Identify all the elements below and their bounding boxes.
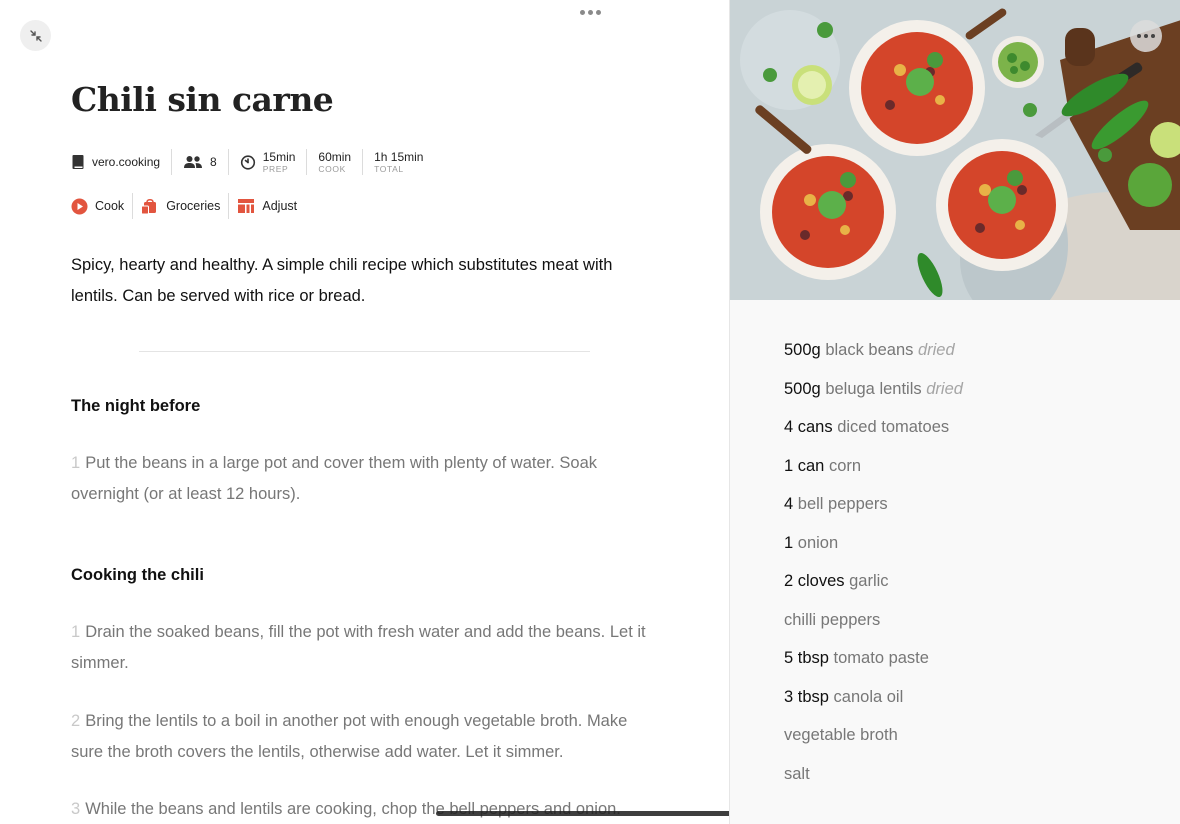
grocery-bag-icon <box>141 198 157 215</box>
people-icon <box>184 156 203 168</box>
ingredient-item[interactable]: 500g beluga lentils dried <box>784 370 963 409</box>
recipe-source[interactable]: vero.cooking <box>71 149 171 175</box>
adjust-button[interactable]: Adjust <box>229 193 305 219</box>
divider <box>139 351 590 352</box>
ingredient-item[interactable]: 5 tbsp tomato paste <box>784 639 963 678</box>
step: 3 While the beans and lentils are cooking… <box>71 794 661 824</box>
source-label: vero.cooking <box>92 155 161 169</box>
ingredient-name: vegetable broth <box>784 726 898 744</box>
ingredient-name: canola oil <box>833 687 904 706</box>
ingredient-item[interactable]: 1 onion <box>784 524 963 563</box>
groceries-label: Groceries <box>166 199 221 213</box>
prep-time-value: 15min <box>262 149 296 164</box>
servings[interactable]: 8 <box>172 149 228 175</box>
ingredient-item[interactable]: 1 can corn <box>784 447 963 486</box>
step: 1 Drain the soaked beans, fill the pot wi… <box>71 617 661 679</box>
ingredient-quantity: 500g <box>784 379 821 398</box>
ingredient-name: bell peppers <box>797 495 888 513</box>
ingredients-pane: 500g black beans dried 500g beluga lenti… <box>729 0 1180 824</box>
ingredient-quantity: 500g <box>784 341 821 359</box>
recipe-description: Spicy, hearty and healthy. A simple chil… <box>71 256 613 305</box>
ingredient-item[interactable]: 3 tbsp canola oil <box>784 678 963 717</box>
ingredient-note: dried <box>926 379 963 398</box>
scale-icon <box>238 199 255 213</box>
section-title: The night before <box>71 397 201 415</box>
ingredient-name: salt <box>784 764 810 783</box>
ingredient-item[interactable]: vegetable broth <box>784 716 963 755</box>
ingredient-item[interactable]: salt <box>784 755 963 794</box>
timer-icon <box>240 155 255 170</box>
ingredient-note: dried <box>917 341 955 359</box>
ingredient-name: corn <box>828 456 862 475</box>
cook-label: Cook <box>95 199 125 213</box>
recipe-actions: Cook Groceries Adjust <box>71 193 305 219</box>
step: 2 Bring the lentils to a boil in another … <box>71 706 661 768</box>
ingredient-quantity: 4 cans <box>784 418 833 436</box>
groceries-button[interactable]: Groceries <box>133 193 228 219</box>
cook-time-value: 60min <box>318 149 352 164</box>
more-options-button[interactable] <box>572 2 608 22</box>
servings-count: 8 <box>210 155 217 169</box>
prep-time-label: PREP <box>262 163 289 174</box>
ingredient-item[interactable]: chilli peppers <box>784 601 963 640</box>
ingredient-name: onion <box>797 533 839 552</box>
total-time-value: 1h 15min <box>374 149 424 164</box>
home-indicator[interactable] <box>436 811 729 816</box>
ingredient-item[interactable]: 4 bell peppers <box>784 485 963 524</box>
photo-options-button[interactable] <box>1130 20 1162 52</box>
ingredient-quantity: 2 cloves <box>784 572 845 590</box>
ingredient-item[interactable]: 2 cloves garlic <box>784 562 963 601</box>
step-text: Put the beans in a large pot and cover t… <box>71 454 597 503</box>
ingredient-name: beluga lentils <box>825 379 922 398</box>
ingredient-quantity: 5 tbsp <box>784 649 829 667</box>
step-number: 3 <box>71 800 81 818</box>
recipe-pane: Chili sin carne vero.cooking 8 15min PRE… <box>0 0 729 824</box>
step-text: Drain the soaked beans, fill the pot wit… <box>71 623 646 672</box>
step-number: 1 <box>71 623 81 641</box>
step: 1 Put the beans in a large pot and cover … <box>71 448 661 510</box>
recipe-meta-bar: vero.cooking 8 15min PREP 60min COOK 1h … <box>71 148 434 176</box>
ingredient-item[interactable]: 500g black beans dried <box>784 331 963 370</box>
play-circle-icon <box>71 198 88 214</box>
ingredient-quantity: 3 tbsp <box>784 687 829 706</box>
step-text: Bring the lentils to a boil in another p… <box>71 712 628 761</box>
cook-time-label: COOK <box>318 163 346 174</box>
ingredient-quantity: 1 <box>784 533 794 552</box>
book-icon <box>72 154 84 169</box>
ingredient-name: diced tomatoes <box>837 418 950 436</box>
ingredient-name: chilli peppers <box>784 610 881 629</box>
collapse-arrows-icon <box>29 29 42 42</box>
recipe-photo <box>730 0 1180 300</box>
ingredient-quantity: 1 can <box>784 456 825 475</box>
ingredient-name: garlic <box>849 572 889 590</box>
total-time-label: TOTAL <box>374 163 404 174</box>
step-number: 2 <box>71 712 81 730</box>
recipe-title: Chili sin carne <box>71 80 334 119</box>
prep-time: 15min PREP <box>229 149 307 175</box>
collapse-button[interactable] <box>20 20 51 51</box>
cook-button[interactable]: Cook <box>71 193 132 219</box>
total-time: 1h 15min TOTAL <box>363 149 434 175</box>
ingredient-name: black beans <box>825 341 914 359</box>
ingredient-item[interactable]: 4 cans diced tomatoes <box>784 408 963 447</box>
ingredient-name: tomato paste <box>833 649 929 667</box>
cook-time: 60min COOK <box>307 149 362 175</box>
section-title: Cooking the chili <box>71 566 204 584</box>
ingredient-list: 500g black beans dried 500g beluga lenti… <box>784 331 963 793</box>
ingredient-quantity: 4 <box>784 495 794 513</box>
adjust-label: Adjust <box>262 199 298 213</box>
step-number: 1 <box>71 454 81 472</box>
